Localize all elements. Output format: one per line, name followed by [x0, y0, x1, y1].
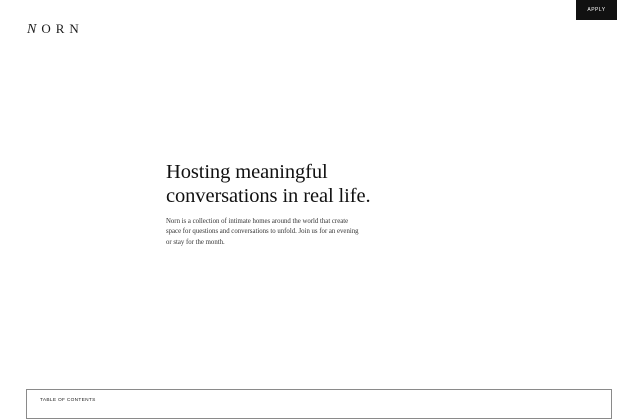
logo-rest: ORN: [41, 21, 84, 36]
hero-title: Hosting meaningful conversations in real…: [166, 160, 396, 208]
norn-logo[interactable]: NORN: [27, 21, 84, 38]
logo-initial: N: [27, 22, 42, 37]
hero-title-line-1: Hosting meaningful: [166, 161, 328, 183]
hero-section: Hosting meaningful conversations in real…: [166, 160, 396, 248]
table-of-contents-panel[interactable]: TABLE OF CONTENTS: [26, 389, 612, 419]
hero-description: Norn is a collection of intimate homes a…: [166, 218, 359, 246]
apply-button[interactable]: APPLY: [576, 0, 617, 20]
hero-title-line-2: conversations in real life.: [166, 185, 371, 207]
table-of-contents-label[interactable]: TABLE OF CONTENTS: [40, 398, 96, 403]
